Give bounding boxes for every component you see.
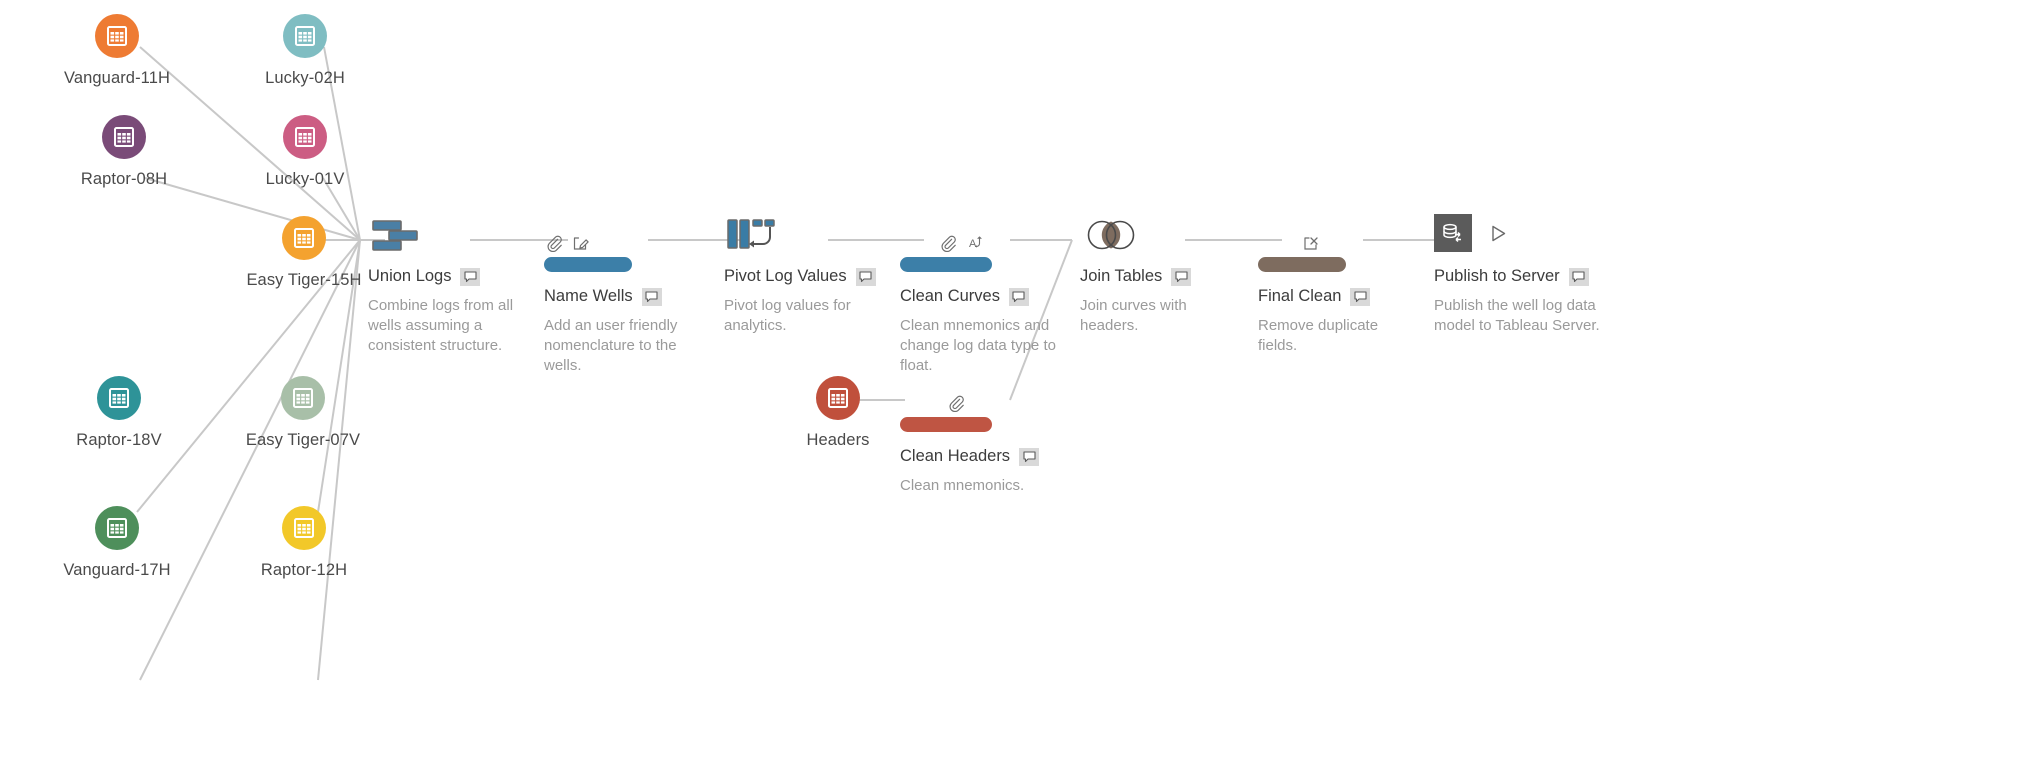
table-icon bbox=[102, 115, 146, 159]
source-raptor-18v[interactable]: Raptor-18V bbox=[29, 376, 209, 450]
step-description: Pivot log values for analytics. bbox=[724, 297, 851, 334]
output-database-icon[interactable] bbox=[1434, 214, 1472, 252]
source-lucky-02h[interactable]: Lucky-02H bbox=[215, 14, 395, 88]
step-description: Add an user friendly nomenclature to the… bbox=[544, 317, 678, 374]
step-title: Join Tables bbox=[1080, 267, 1163, 285]
svg-text:A: A bbox=[969, 238, 977, 250]
remove-field-icon[interactable] bbox=[1302, 235, 1319, 252]
paperclip-icon[interactable] bbox=[948, 395, 965, 412]
table-icon bbox=[816, 376, 860, 420]
table-icon bbox=[95, 506, 139, 550]
step-description: Clean mnemonics. bbox=[900, 477, 1025, 494]
source-raptor-08h[interactable]: Raptor-08H bbox=[34, 115, 214, 189]
source-label: Lucky-02H bbox=[265, 69, 345, 87]
source-lucky-01v[interactable]: Lucky-01V bbox=[215, 115, 395, 189]
flow-canvas[interactable]: Vanguard-11H Lucky-02H Raptor-08H Lucky-… bbox=[0, 0, 2020, 772]
step-publish-to-server[interactable]: Publish to Server Publish the well log d… bbox=[1434, 213, 1644, 336]
source-label: Raptor-18V bbox=[76, 431, 162, 449]
source-vanguard-17h[interactable]: Vanguard-17H bbox=[27, 506, 207, 580]
comment-icon[interactable] bbox=[1008, 287, 1029, 306]
step-description: Join curves with headers. bbox=[1080, 297, 1187, 334]
step-title: Name Wells bbox=[544, 287, 633, 305]
comment-icon[interactable] bbox=[1171, 267, 1192, 286]
step-clean-curves[interactable]: A Clean Curves Clean mnemonics and chang… bbox=[900, 218, 1110, 376]
source-label: Easy Tiger-07V bbox=[245, 431, 361, 449]
source-label: Easy Tiger-15H bbox=[246, 271, 362, 289]
step-description: Combine logs from all wells assuming a c… bbox=[368, 297, 514, 354]
step-description: Remove duplicate fields. bbox=[1258, 317, 1379, 354]
table-icon bbox=[97, 376, 141, 420]
field-bar[interactable] bbox=[900, 257, 992, 272]
source-raptor-12h[interactable]: Raptor-12H bbox=[214, 506, 394, 580]
paperclip-icon[interactable] bbox=[940, 235, 957, 252]
source-easy-tiger-07v[interactable]: Easy Tiger-07V bbox=[213, 376, 393, 450]
step-title: Clean Headers bbox=[900, 447, 1011, 465]
comment-icon[interactable] bbox=[855, 267, 876, 286]
table-icon bbox=[95, 14, 139, 58]
table-icon bbox=[282, 506, 326, 550]
table-icon bbox=[283, 115, 327, 159]
source-label: Raptor-12H bbox=[260, 561, 348, 579]
run-flow-icon[interactable] bbox=[1488, 222, 1508, 244]
step-title: Final Clean bbox=[1258, 287, 1342, 305]
table-icon bbox=[281, 376, 325, 420]
field-bar[interactable] bbox=[544, 257, 632, 272]
comment-icon[interactable] bbox=[641, 287, 662, 306]
comment-icon[interactable] bbox=[460, 267, 481, 286]
change-data-type-icon[interactable]: A bbox=[966, 235, 983, 252]
comment-icon[interactable] bbox=[1019, 447, 1040, 466]
rename-field-icon[interactable] bbox=[572, 235, 589, 252]
source-label: Vanguard-17H bbox=[63, 561, 171, 579]
comment-icon[interactable] bbox=[1568, 267, 1589, 286]
step-description: Clean mnemonics and change log data type… bbox=[900, 317, 1056, 374]
step-clean-headers[interactable]: Clean Headers Clean mnemonics. bbox=[900, 378, 1110, 496]
table-icon bbox=[283, 14, 327, 58]
source-label: Raptor-08H bbox=[80, 170, 168, 188]
step-description: Publish the well log data model to Table… bbox=[1434, 297, 1600, 334]
step-title: Publish to Server bbox=[1434, 267, 1560, 285]
field-bar[interactable] bbox=[900, 417, 992, 432]
step-title: Union Logs bbox=[368, 267, 452, 285]
source-label: Lucky-01V bbox=[265, 170, 345, 188]
table-icon bbox=[282, 216, 326, 260]
comment-icon[interactable] bbox=[1350, 287, 1371, 306]
source-easy-tiger-15h[interactable]: Easy Tiger-15H bbox=[214, 216, 394, 290]
field-bar[interactable] bbox=[1258, 257, 1346, 272]
step-title: Clean Curves bbox=[900, 287, 1000, 305]
step-title: Pivot Log Values bbox=[724, 267, 847, 285]
source-vanguard-11h[interactable]: Vanguard-11H bbox=[27, 14, 207, 88]
source-label: Vanguard-11H bbox=[63, 69, 171, 87]
paperclip-icon[interactable] bbox=[546, 235, 563, 252]
step-name-wells[interactable]: Name Wells Add an user friendly nomencla… bbox=[544, 218, 754, 376]
